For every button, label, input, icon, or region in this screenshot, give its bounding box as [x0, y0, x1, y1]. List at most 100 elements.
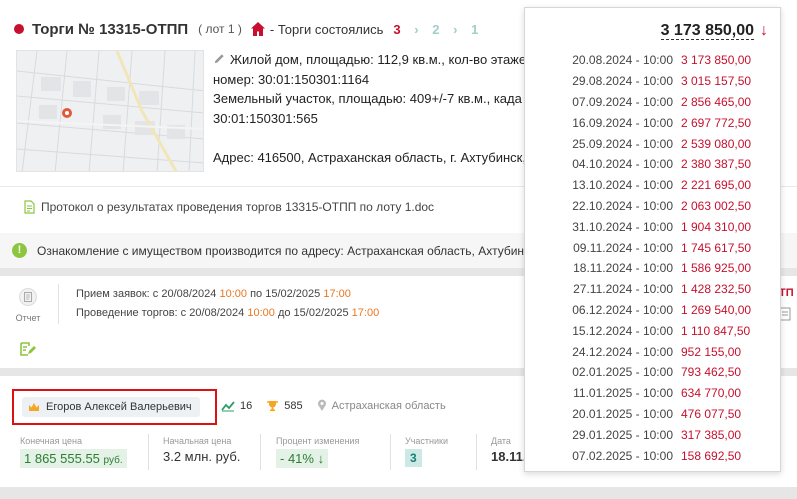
price-schedule-row: 22.10.2024 - 10:00 2 063 002,50 — [525, 196, 782, 217]
schedule-price: 3 015 157,50 — [681, 74, 752, 89]
lot-description: Жилой дом, площадью: 112,9 кв.м., кол-во… — [213, 50, 533, 167]
schedule-price: 793 462,50 — [681, 365, 742, 380]
protocol-document[interactable]: Протокол о результатах проведения торгов… — [24, 200, 434, 214]
divider — [260, 434, 261, 470]
divider — [58, 284, 59, 324]
trophy-icon — [267, 400, 279, 411]
price-schedule-row: 13.10.2024 - 10:00 2 221 695,00 — [525, 175, 782, 196]
auction-period: Проведение торгов: с 20/08/2024 10:00 до… — [76, 307, 379, 319]
schedule-price: 2 697 772,50 — [681, 115, 752, 130]
schedule-price: 2 539 080,00 — [681, 136, 752, 151]
final-price-value: 1 865 555.55 руб. — [20, 449, 127, 468]
step-3: 3 — [393, 21, 401, 37]
price-schedule-row: 27.11.2024 - 10:00 1 428 232,50 — [525, 279, 782, 300]
schedule-price: 1 745 617,50 — [681, 240, 752, 255]
pencil-icon — [214, 54, 224, 64]
schedule-date: 29.01.2025 - 10:00 — [572, 427, 673, 442]
schedule-price: 2 856 465,00 — [681, 94, 752, 109]
price-schedule-row: 15.12.2024 - 10:00 1 110 847,50 — [525, 320, 782, 341]
current-price-value[interactable]: 3 173 850,00 — [660, 22, 754, 40]
price-schedule-row: 11.01.2025 - 10:00 634 770,00 — [525, 383, 782, 404]
schedule-date: 25.09.2024 - 10:00 — [572, 136, 673, 151]
price-schedule-row: 29.08.2024 - 10:00 3 015 157,50 — [525, 71, 782, 92]
schedule-price: 476 077,50 — [681, 406, 742, 421]
step-arrow: › — [453, 21, 458, 37]
status-dot — [14, 24, 24, 34]
winner-highlight: Егоров Алексей Валерьевич — [12, 389, 217, 425]
schedule-date: 06.12.2024 - 10:00 — [572, 302, 673, 317]
participants-count[interactable]: 3 — [405, 449, 422, 467]
lot-number: ( лот 1 ) — [198, 22, 242, 36]
schedule-price: 634 770,00 — [681, 386, 742, 401]
winner-region: Астраханская область — [331, 399, 446, 412]
price-schedule-row: 20.01.2025 - 10:00 476 077,50 — [525, 404, 782, 425]
applications-from: с 20/08/2024 — [152, 288, 217, 300]
schedule-date: 15.12.2024 - 10:00 — [572, 323, 673, 338]
schedule-date: 11.01.2025 - 10:00 — [573, 386, 673, 401]
winner-stats: 16 585 Астраханская область — [221, 399, 446, 412]
report-button[interactable]: Отчет — [14, 288, 42, 323]
schedule-price: 1 586 925,00 — [681, 261, 752, 276]
schedule-date: 20.08.2024 - 10:00 — [572, 53, 673, 68]
views-count: 16 — [240, 399, 253, 412]
applications-from-time: 10:00 — [219, 288, 248, 300]
price-schedule-row: 25.09.2024 - 10:00 2 539 080,00 — [525, 133, 782, 154]
applications-to-time: 17:00 — [323, 288, 351, 300]
schedule-price: 3 173 850,00 — [681, 53, 752, 68]
schedule-price: 1 904 310,00 — [681, 219, 752, 234]
report-icon — [19, 288, 37, 306]
auction-from: с 20/08/2024 — [180, 307, 245, 319]
info-icon: ! — [12, 243, 27, 258]
price-schedule-row: 04.10.2024 - 10:00 2 380 387,50 — [525, 154, 782, 175]
schedule-date: 09.11.2024 - 10:00 — [573, 240, 673, 255]
step-indicator: 3 › 2 › 1 — [393, 22, 488, 37]
price-schedule-row: 29.01.2025 - 10:00 317 385,00 — [525, 424, 782, 445]
arrow-down-icon: ↓ — [317, 451, 325, 466]
start-price-value: 3.2 млн. руб. — [163, 449, 241, 464]
price-schedule-popup: 3 173 850,00 ↓ 20.08.2024 - 10:00 3 173 85… — [524, 7, 781, 472]
trophies-count: 585 — [284, 399, 303, 412]
description-line: номер: 30:01:150301:1164 — [213, 71, 370, 87]
price-schedule-row: 24.12.2024 - 10:00 952 155,00 — [525, 341, 782, 362]
participants-label: Участники — [405, 436, 448, 446]
price-schedule-row: 31.10.2024 - 10:00 1 904 310,00 — [525, 216, 782, 237]
auction-to-time: 17:00 — [351, 307, 380, 319]
schedule-price: 158 692,50 — [681, 448, 742, 463]
crown-icon — [29, 403, 39, 411]
schedule-date: 07.09.2024 - 10:00 — [572, 94, 673, 109]
inspection-text: Ознакомление с имуществом производится п… — [37, 243, 531, 258]
final-price: Конечная цена 1 865 555.55 руб. — [20, 436, 127, 468]
edit-document-icon[interactable] — [19, 341, 37, 357]
price-schedule-row: 16.09.2024 - 10:00 2 697 772,50 — [525, 112, 782, 133]
divider — [148, 434, 149, 470]
step-2: 2 — [432, 21, 440, 37]
schedule-price: 1 269 540,00 — [681, 302, 752, 317]
lot-title[interactable]: Торги № 13315-ОТПП — [32, 21, 188, 38]
home-icon — [250, 22, 265, 36]
price-schedule-row: 20.08.2024 - 10:00 3 173 850,00 — [525, 50, 782, 71]
schedule-date: 24.12.2024 - 10:00 — [572, 344, 673, 359]
price-change: Процент изменения - 41% ↓ — [276, 436, 359, 468]
price-schedule-row: 02.01.2025 - 10:00 793 462,50 — [525, 362, 782, 383]
schedule-price: 2 380 387,50 — [681, 157, 752, 172]
arrow-down-icon: ↓ — [760, 22, 768, 39]
schedule-date: 04.10.2024 - 10:00 — [572, 157, 673, 172]
current-price[interactable]: 3 173 850,00 ↓ — [660, 22, 768, 40]
trend-chart-icon — [221, 400, 235, 411]
price-change-label: Процент изменения — [276, 436, 360, 446]
auction-from-time: 10:00 — [247, 307, 275, 319]
document-link[interactable]: Протокол о результатах проведения торгов… — [41, 200, 434, 214]
location-map[interactable] — [16, 50, 204, 172]
price-schedule-row: 06.12.2024 - 10:00 1 269 540,00 — [525, 300, 782, 321]
schedule-date: 18.11.2024 - 10:00 — [573, 261, 673, 276]
winner-badge[interactable]: Егоров Алексей Валерьевич — [22, 397, 200, 417]
page-background — [0, 487, 797, 499]
schedule-price: 2 221 695,00 — [681, 178, 752, 193]
step-arrow: › — [414, 21, 419, 37]
price-schedule-row: 07.09.2024 - 10:00 2 856 465,00 — [525, 92, 782, 113]
schedule-date: 27.11.2024 - 10:00 — [573, 282, 673, 297]
applications-period: Прием заявок: с 20/08/2024 10:00 по 15/0… — [76, 288, 351, 300]
price-schedule-row: 07.02.2025 - 10:00 158 692,50 — [525, 445, 782, 466]
participants: Участники 3 — [405, 436, 448, 467]
applications-to: по 15/02/2025 — [250, 288, 321, 300]
